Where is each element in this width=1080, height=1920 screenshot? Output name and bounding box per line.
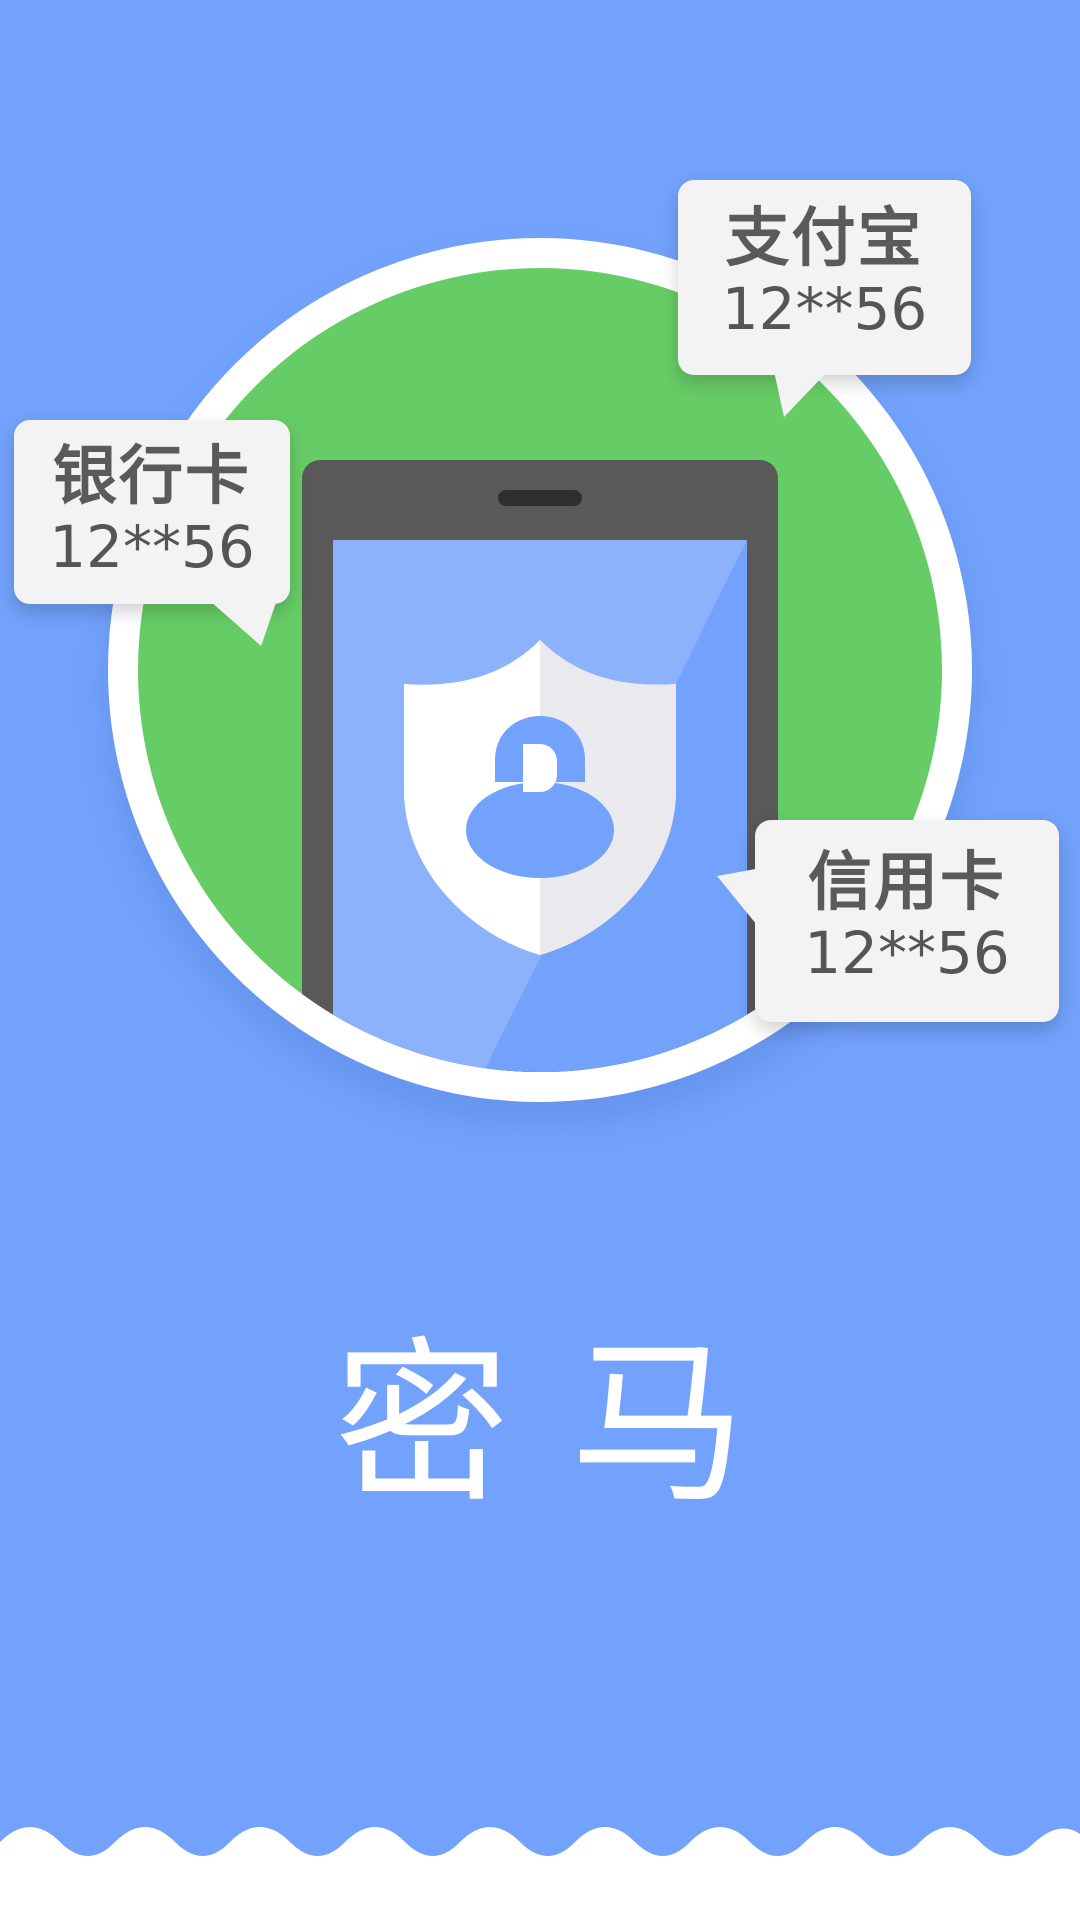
bubble-code-credit: 12**56 [804, 919, 1010, 987]
alipay-password-bubble: 支付宝 12**56 [678, 180, 971, 417]
app-title: 密马 [333, 1322, 806, 1527]
bubble-code-bank: 12**56 [49, 513, 255, 581]
bubble-name-bank: 银行卡 [53, 440, 251, 514]
bubble-tail [717, 868, 761, 930]
bubble-tail [774, 371, 828, 417]
bubble-code-alipay: 12**56 [721, 275, 928, 343]
bank-card-password-bubble: 银行卡 12**56 [14, 420, 290, 646]
phone-speaker [498, 490, 582, 506]
bubble-name-alipay: 支付宝 [725, 202, 924, 276]
wave-footer [0, 1827, 1080, 1920]
bubble-name-credit: 信用卡 [808, 846, 1006, 920]
bubble-tail [199, 600, 277, 646]
credit-card-password-bubble: 信用卡 12**56 [717, 820, 1059, 1022]
